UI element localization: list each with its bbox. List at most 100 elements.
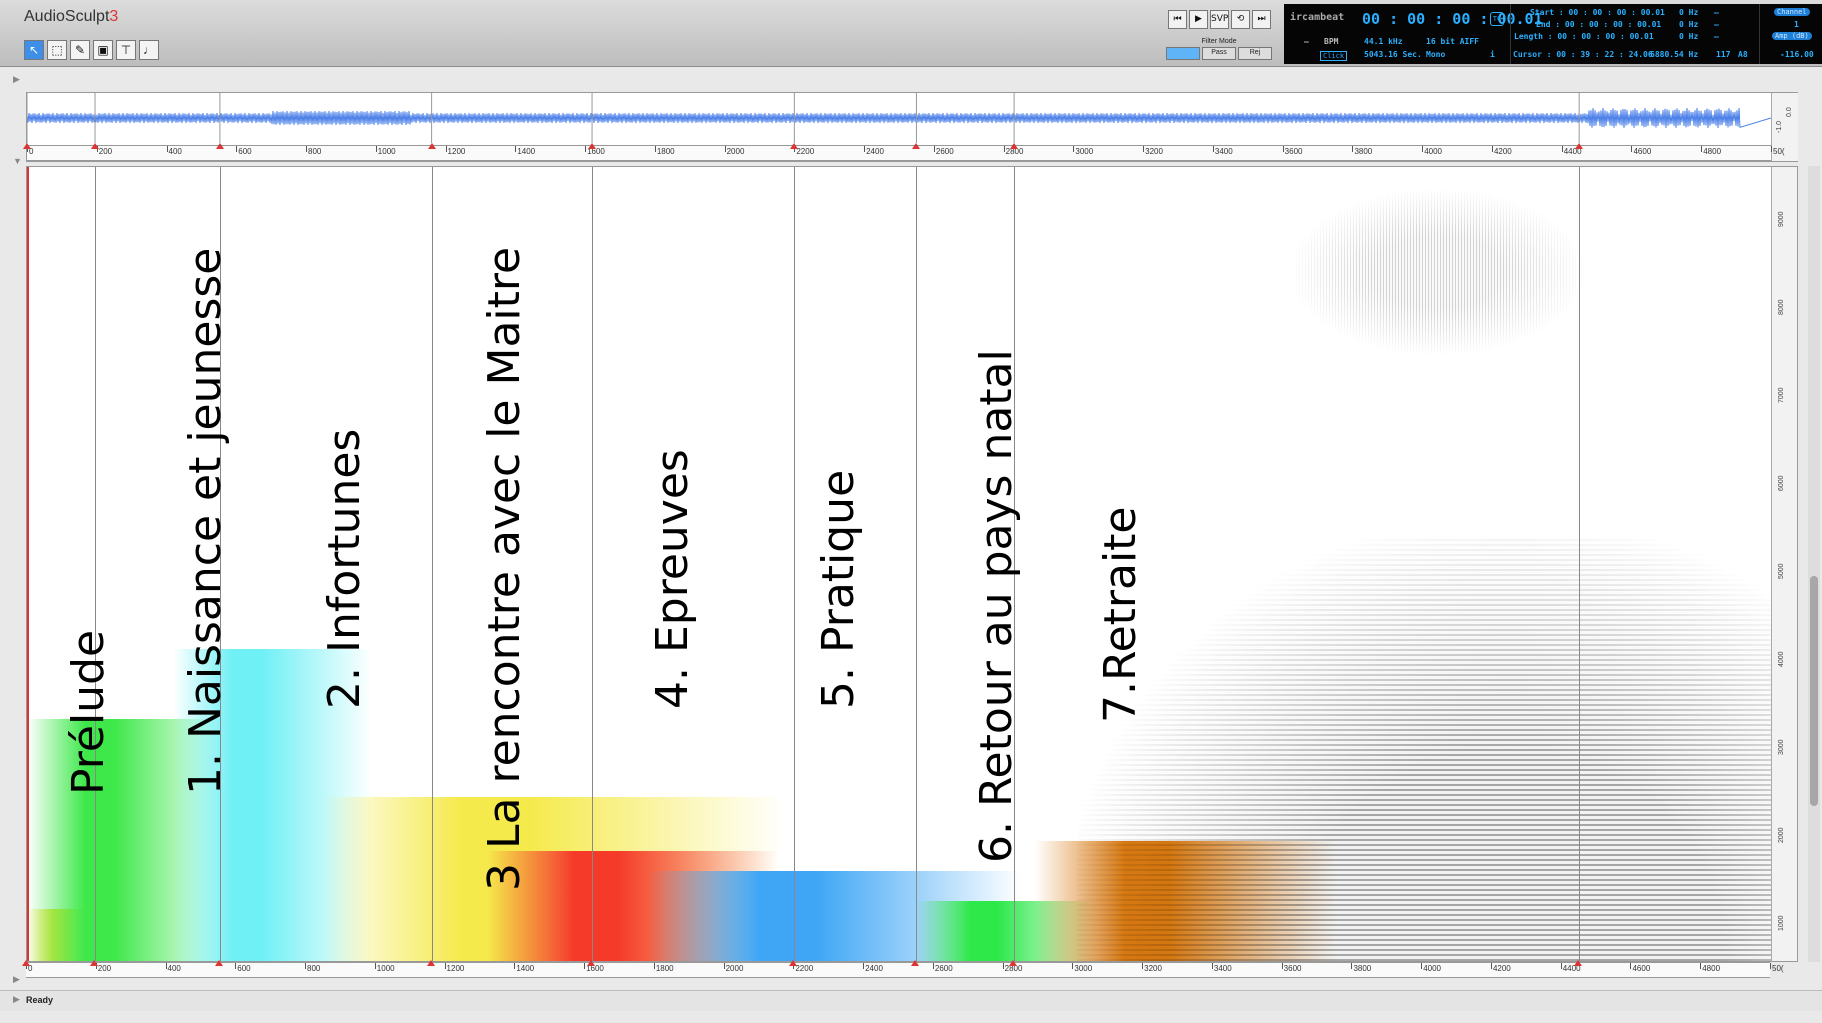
bpm-label: BPM [1324, 37, 1339, 46]
expand-arrow-icon[interactable]: ▶ [13, 74, 20, 85]
channel-mode: Mono [1426, 50, 1446, 59]
marker-flag-icon[interactable] [789, 960, 798, 966]
waveform-svg [27, 93, 1771, 143]
freq-tick: 1000 [1778, 915, 1785, 931]
time-tick: 1400 [515, 146, 536, 156]
length-dash: – [1714, 32, 1719, 41]
time-tick: 2600 [932, 963, 953, 973]
section-label: 6. Retour au pays natal [971, 349, 1022, 863]
skip-back-icon[interactable]: ⏮ [1168, 10, 1187, 29]
marker-flag-icon[interactable] [911, 960, 920, 966]
time-tick: 3400 [1211, 963, 1232, 973]
marker-flag-icon[interactable] [790, 143, 799, 149]
start-readout: Start : 00 : 00 : 00 : 00.01 [1530, 8, 1665, 17]
scroll-thumb[interactable] [1810, 576, 1818, 806]
section-label: 1. Naissance et jeunesse [180, 247, 231, 795]
marker-flag-icon[interactable] [587, 960, 596, 966]
time-tick: 4600 [1630, 963, 1651, 973]
filter-mode: Filter Mode Gain Pass Rej [1164, 38, 1274, 60]
channel-label: Channel [1774, 8, 1810, 16]
time-tick: 2000 [724, 146, 745, 156]
sonogram-view[interactable]: Prélude 1. Naissance et jeunesse 2. Infort… [26, 166, 1798, 962]
marker-flag-icon[interactable] [23, 143, 31, 149]
svp-play-icon[interactable]: SVP [1210, 10, 1229, 29]
section-marker[interactable] [1579, 167, 1581, 961]
time-tick: 2400 [864, 146, 884, 156]
time-ruler-bottom[interactable]: 0 200 400 600 800 1000 1200 1400 1600 1800 2000 220… [22, 960, 1784, 978]
filter-gain-button[interactable]: Gain [1166, 47, 1200, 60]
section-label: 7.Retraite [1095, 506, 1146, 724]
status-text: Ready [26, 995, 54, 1005]
playhead-cursor[interactable] [27, 167, 29, 961]
skip-forward-icon[interactable]: ⏭ [1252, 10, 1271, 29]
time-tick: 3800 [1351, 963, 1372, 973]
marker-flag-icon[interactable] [1574, 960, 1583, 966]
marker-flag-icon[interactable] [215, 143, 224, 149]
length-readout: Length : 00 : 00 : 00 : 00.01 [1514, 32, 1654, 41]
waveform-overview[interactable]: -1.0 0.0 0 200 400 600 800 1000 1200 1400 1600 18… [23, 92, 1798, 162]
collapse-arrow-icon[interactable]: ▼ [13, 156, 22, 166]
freq-tick: 8000 [1778, 299, 1785, 315]
time-tick: 3000 [1072, 963, 1093, 973]
marker-flag-icon[interactable] [1010, 143, 1019, 149]
marker-flag-icon[interactable] [22, 960, 30, 966]
filter-rej-button[interactable]: Rej [1238, 47, 1272, 60]
section-marker[interactable] [794, 167, 796, 961]
duration: 5043.16 Sec. [1364, 50, 1422, 59]
vertical-scrollbar[interactable] [1808, 166, 1820, 962]
time-tick: 2000 [723, 963, 744, 973]
marker-flag-icon[interactable] [588, 143, 597, 149]
time-tick: 50( [1770, 963, 1784, 973]
marker-flag-icon[interactable] [91, 143, 100, 149]
freq-tick: 5000 [1778, 563, 1785, 579]
time-tick: 2200 [794, 146, 815, 156]
section-marker[interactable] [431, 167, 433, 961]
cursor-hz: 6880.54 Hz [1650, 50, 1699, 59]
waveform-path [27, 107, 1771, 129]
marker-flag-icon[interactable] [912, 143, 921, 149]
spectrogram-energy [1077, 537, 1797, 961]
time-tick: 400 [165, 963, 181, 973]
time-tick: 4600 [1631, 146, 1652, 156]
section-label: Prélude [63, 629, 114, 795]
info-icon[interactable]: i [1490, 50, 1495, 59]
pencil-icon[interactable]: ✎ [70, 40, 90, 60]
start-dash: – [1714, 8, 1719, 17]
play-icon[interactable]: ▶ [1189, 10, 1208, 29]
note-tool-icon[interactable]: ♩ [139, 40, 159, 60]
click-button[interactable]: Click [1320, 51, 1348, 61]
marquee-select-icon[interactable]: ⬚ [47, 40, 67, 60]
tool-palette: ↖ ⬚ ✎ ▣ ⊤ ♩ [24, 40, 159, 60]
time-tick: 4200 [1490, 963, 1511, 973]
freq-tick: 2000 [1778, 827, 1785, 843]
end-dash: – [1714, 20, 1719, 29]
end-hz: 0 Hz [1679, 20, 1699, 29]
time-tick: 3200 [1143, 146, 1163, 156]
marker-flag-icon[interactable] [427, 143, 436, 149]
section-marker[interactable] [95, 167, 97, 961]
channel-value: 1 [1794, 20, 1799, 29]
loop-icon[interactable]: ⟲ [1231, 10, 1250, 29]
time-tick: 1800 [654, 146, 675, 156]
amp-label: Amp (dB) [1772, 32, 1812, 40]
section-label: 4. Epreuves [647, 449, 698, 709]
marker-flag-icon[interactable] [1009, 960, 1018, 966]
rectangle-tool-icon[interactable]: ▣ [93, 40, 113, 60]
marker-flag-icon[interactable] [1575, 143, 1584, 149]
marker-flag-icon[interactable] [90, 960, 99, 966]
marker-flag-icon[interactable] [426, 960, 435, 966]
marker-flag-icon[interactable] [214, 960, 223, 966]
section-marker[interactable] [592, 167, 594, 961]
time-tick: 800 [305, 146, 322, 156]
section-marker[interactable] [916, 167, 918, 961]
time-ruler-top[interactable]: 0 200 400 600 800 1000 1200 1400 1600 1800 2000 220… [23, 143, 1785, 161]
freq-tick: 9000 [1778, 211, 1785, 227]
cursor-index: 117 [1716, 50, 1731, 59]
filter-tool-icon[interactable]: ⊤ [116, 40, 136, 60]
filter-pass-button[interactable]: Pass [1202, 47, 1236, 60]
tc-toggle[interactable]: TC [1490, 12, 1504, 26]
time-readout: 00 : 00 : 00 : 00.01 [1362, 10, 1543, 28]
arrow-pointer-icon[interactable]: ↖ [24, 40, 44, 60]
status-arrow-icon[interactable]: ▶ [13, 994, 20, 1005]
time-tick: 2600 [933, 146, 954, 156]
